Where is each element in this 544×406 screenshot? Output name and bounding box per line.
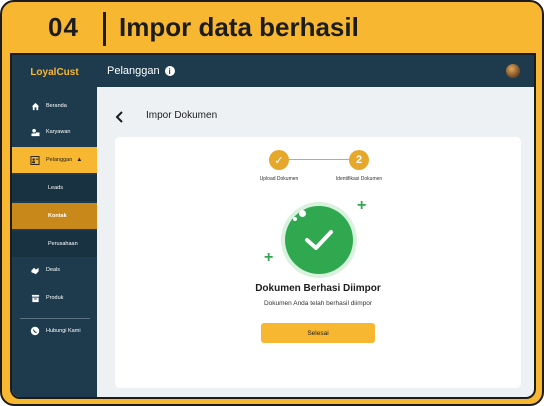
banner-title: Impor data berhasil [119,12,359,42]
sidebar-subitem-kontak[interactable]: Kontak [12,203,97,229]
sidebar-item-deals[interactable]: Deals [12,257,97,283]
step-2-marker: 2 [349,150,369,170]
sidebar-item-beranda[interactable]: Beranda [12,93,97,119]
sidebar-item-label: Produk [46,295,64,301]
sparkle-plus-icon: + [357,197,367,214]
sparkle-dot [293,217,297,221]
sidebar-subitem-perusahaan[interactable]: Perusahaan [12,231,97,257]
tutorial-frame: 04 Impor data berhasil LoyalCust Beranda… [0,0,544,406]
sparkle-plus-icon: + [264,249,274,266]
success-message: Dokumen Anda telah berhasil diimpor [263,300,373,307]
sidebar-item-pelanggan[interactable]: Pelanggan ▲ [12,147,97,173]
customers-icon [30,155,40,165]
top-bar: Pelanggan i [97,55,534,87]
step-2-label: Identifikasi Dokumen [335,176,383,182]
step-1-label: Upload Dokumen [259,176,299,182]
employees-icon [30,127,40,137]
step-1-check-icon: ✓ [269,150,289,170]
sidebar-item-label: Hubungi Kami [46,328,81,334]
step-number: 04 [48,12,79,42]
sparkle-dot [299,210,306,217]
deals-icon [30,265,40,275]
sidebar-item-label: Kontak [48,213,67,219]
chevron-up-icon: ▲ [76,157,83,163]
sidebar-item-label: Deals [46,267,61,273]
info-icon[interactable]: i [164,66,175,76]
finish-button[interactable]: Selesai [261,323,375,343]
sidebar-item-label: Perusahaan [48,241,78,247]
sidebar-item-hubungi-kami[interactable]: Hubungi Kami [12,318,97,344]
success-title: Dokumen Berhasi Diimpor [255,283,381,294]
back-arrow-icon[interactable] [115,110,125,126]
app-window: LoyalCust Beranda Karyawan Pelanggan ▲ L… [10,53,536,399]
home-icon [30,101,40,111]
sidebar-item-label: Leads [48,185,63,191]
stepper-connector [279,159,359,160]
sidebar-item-label: Beranda [46,103,67,109]
avatar[interactable] [506,64,520,78]
sidebar-item-karyawan[interactable]: Karyawan [12,119,97,145]
sidebar-subitem-leads[interactable]: Leads [12,175,97,201]
brand-logo: LoyalCust [30,66,79,78]
topbar-title: Pelanggan [107,65,160,77]
sidebar-item-label: Karyawan [46,129,71,135]
whatsapp-icon [30,326,40,336]
sidebar-item-produk[interactable]: Produk [12,285,97,311]
import-result-panel: ✓ 2 Upload Dokumen Identifikasi Dokumen … [115,137,521,388]
page-title: Impor Dokumen [146,110,218,121]
title-divider [103,12,106,46]
sidebar-item-label: Pelanggan [46,157,73,163]
product-icon [30,293,40,303]
sidebar: LoyalCust Beranda Karyawan Pelanggan ▲ L… [12,55,97,397]
